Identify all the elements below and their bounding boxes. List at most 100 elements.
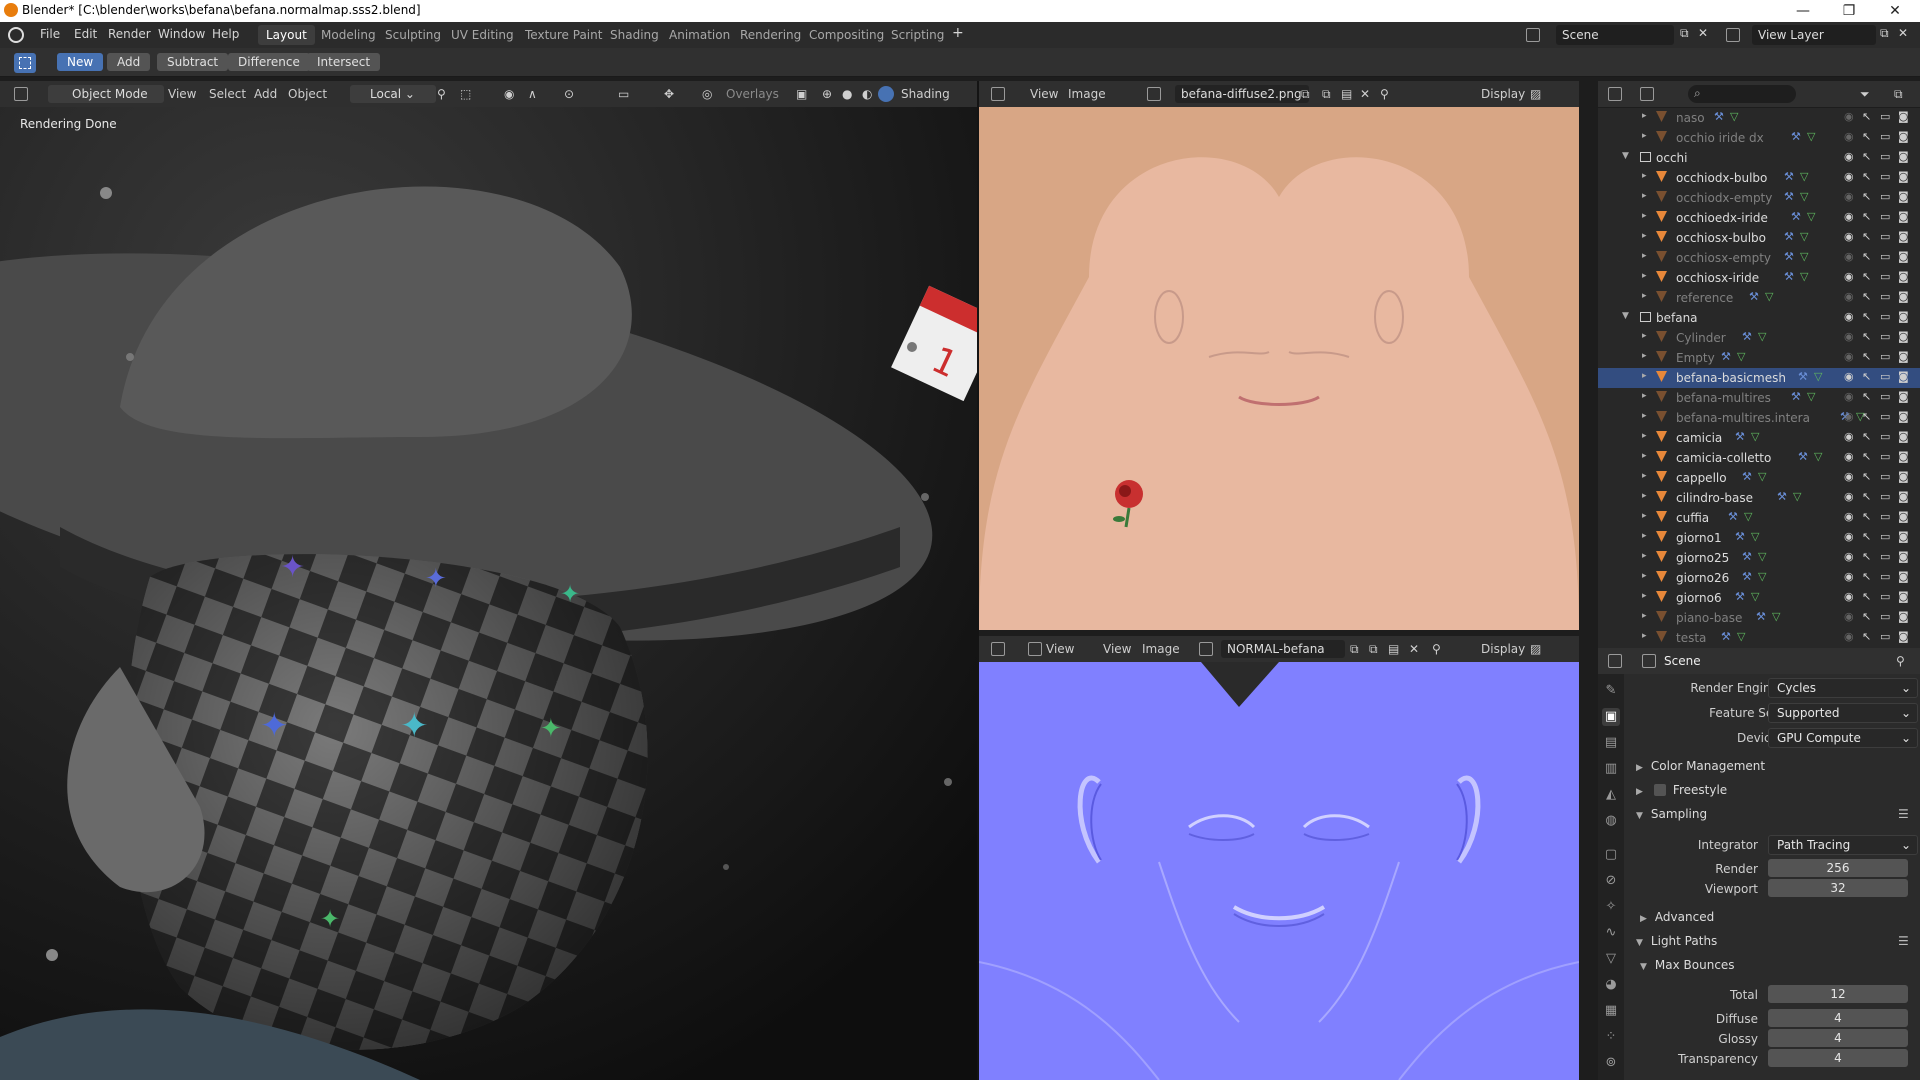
render-tab-icon[interactable]: ▣ — [1602, 708, 1620, 726]
viewport-display-icon[interactable]: ▭ — [1880, 230, 1890, 243]
select-arrow-icon[interactable]: ↖ — [1862, 350, 1871, 363]
image-bottom-menu-image[interactable]: Image — [1142, 642, 1180, 656]
viewport-display-icon[interactable]: ▭ — [1880, 310, 1890, 323]
eye-icon[interactable]: ◉ — [1844, 250, 1854, 263]
modifier-icon[interactable]: ⚒ — [1721, 630, 1731, 643]
properties-editor-type-icon[interactable] — [1608, 654, 1622, 668]
rendered-shading-icon[interactable] — [878, 86, 894, 102]
eye-icon[interactable]: ◉ — [1844, 630, 1854, 643]
viewport-display-icon[interactable]: ▭ — [1880, 150, 1890, 163]
outliner-object-row[interactable]: ▸ giorno26 ⚒ ▽ ◉ ↖ ▭ ◙ — [1598, 568, 1920, 588]
render-camera-icon[interactable]: ◙ — [1898, 130, 1909, 143]
viewport-display-icon[interactable]: ▭ — [1880, 510, 1890, 523]
expand-object-icon[interactable]: ▸ — [1642, 411, 1647, 421]
mesh-data-icon[interactable]: ▽ — [1765, 290, 1773, 303]
mode-subtract-button[interactable]: Subtract — [157, 53, 229, 71]
new-scene-icon[interactable]: ⧉ — [1680, 26, 1689, 41]
modifier-icon[interactable]: ⚒ — [1742, 330, 1752, 343]
outliner-object-row[interactable]: ▸ giorno25 ⚒ ▽ ◉ ↖ ▭ ◙ — [1598, 548, 1920, 568]
menu-help[interactable]: Help — [212, 27, 239, 41]
mesh-data-icon[interactable]: ▽ — [1807, 130, 1815, 143]
eye-icon[interactable]: ◉ — [1844, 450, 1854, 463]
expand-object-icon[interactable]: ▸ — [1642, 251, 1647, 261]
close-icon[interactable]: ✕ — [1872, 0, 1918, 22]
mesh-data-icon[interactable]: ▽ — [1758, 470, 1766, 483]
eye-icon[interactable]: ◉ — [1844, 190, 1854, 203]
outliner-object-row[interactable]: ▸ reference ⚒ ▽ ◉ ↖ ▭ ◙ — [1598, 288, 1920, 308]
select-arrow-icon[interactable]: ↖ — [1862, 530, 1871, 543]
outliner-object-row[interactable]: ▸ testa ⚒ ▽ ◉ ↖ ▭ ◙ — [1598, 628, 1920, 648]
modifier-icon[interactable]: ⚒ — [1784, 250, 1794, 263]
blender-menu-icon[interactable] — [8, 27, 24, 43]
object-mode-dropdown[interactable]: Object Mode ⌄ — [48, 85, 164, 119]
select-arrow-icon[interactable]: ↖ — [1862, 230, 1871, 243]
view-layer-selector[interactable]: View Layer — [1752, 25, 1876, 45]
modifier-icon[interactable]: ⚒ — [1791, 210, 1801, 223]
object-tab-icon[interactable]: ▢ — [1602, 846, 1620, 864]
viewport-display-icon[interactable]: ▭ — [1880, 610, 1890, 623]
render-camera-icon[interactable]: ◙ — [1898, 630, 1909, 643]
eye-icon[interactable]: ◉ — [1844, 610, 1854, 623]
image-editor-bottom-type-icon[interactable] — [991, 642, 1005, 656]
outliner-object-row[interactable]: ▸ occhiosx-empty ⚒ ▽ ◉ ↖ ▭ ◙ — [1598, 248, 1920, 268]
select-arrow-icon[interactable]: ↖ — [1862, 170, 1871, 183]
expand-object-icon[interactable]: ▸ — [1642, 511, 1647, 521]
delete-view-layer-icon[interactable]: ✕ — [1898, 26, 1908, 40]
display-dropdown-top[interactable]: Display — [1481, 87, 1525, 101]
xray-icon[interactable]: ▣ — [796, 87, 807, 101]
shading-dropdown[interactable]: Shading — [901, 87, 950, 101]
viewport-display-icon[interactable]: ▭ — [1880, 450, 1890, 463]
expand-object-icon[interactable]: ▸ — [1642, 291, 1647, 301]
modifier-icon[interactable]: ⚒ — [1735, 530, 1745, 543]
viewport-display-icon[interactable]: ▭ — [1880, 430, 1890, 443]
viewport-menu-add[interactable]: Add — [254, 87, 277, 101]
new-collection-icon[interactable]: ⧉ — [1894, 87, 1903, 102]
outliner-object-row[interactable]: ▸ giorno6 ⚒ ▽ ◉ ↖ ▭ ◙ — [1598, 588, 1920, 608]
select-arrow-icon[interactable]: ↖ — [1862, 610, 1871, 623]
outliner-object-row[interactable]: ▸ Cylinder ⚒ ▽ ◉ ↖ ▭ ◙ — [1598, 328, 1920, 348]
modifier-icon[interactable]: ⚒ — [1784, 270, 1794, 283]
viewport-display-icon[interactable]: ▭ — [1880, 630, 1890, 643]
select-arrow-icon[interactable]: ↖ — [1862, 570, 1871, 583]
outliner-object-row[interactable]: ▸ cuffia ⚒ ▽ ◉ ↖ ▭ ◙ — [1598, 508, 1920, 528]
image-top-menu-view[interactable]: View — [1030, 87, 1058, 101]
modifier-icon[interactable]: ⚒ — [1791, 390, 1801, 403]
outliner-object-row[interactable]: ▸ befana-multires ⚒ ▽ ◉ ↖ ▭ ◙ — [1598, 388, 1920, 408]
modifier-icon[interactable]: ⚒ — [1756, 610, 1766, 623]
render-camera-icon[interactable]: ◙ — [1898, 190, 1909, 203]
modifier-icon[interactable]: ⚒ — [1784, 190, 1794, 203]
select-arrow-icon[interactable]: ↖ — [1862, 470, 1871, 483]
sampling-presets-icon[interactable]: ☰ — [1898, 807, 1909, 821]
image-editor-top[interactable] — [979, 107, 1579, 630]
select-arrow-icon[interactable]: ↖ — [1862, 390, 1871, 403]
mesh-data-icon[interactable]: ▽ — [1807, 210, 1815, 223]
select-arrow-icon[interactable]: ↖ — [1862, 510, 1871, 523]
mesh-data-icon[interactable]: ▽ — [1758, 570, 1766, 583]
mesh-data-icon[interactable]: ▽ — [1737, 630, 1745, 643]
mesh-data-icon[interactable]: ▽ — [1814, 450, 1822, 463]
viewport-display-icon[interactable]: ▭ — [1880, 330, 1890, 343]
outliner-object-row[interactable]: ▸ occhiodx-bulbo ⚒ ▽ ◉ ↖ ▭ ◙ — [1598, 168, 1920, 188]
render-camera-icon[interactable]: ◙ — [1898, 330, 1909, 343]
outliner-object-row[interactable]: ▸ occhiodx-empty ⚒ ▽ ◉ ↖ ▭ ◙ — [1598, 188, 1920, 208]
bottom-new-image-icon[interactable]: ⧉ — [1369, 642, 1378, 657]
render-camera-icon[interactable]: ◙ — [1898, 590, 1909, 603]
viewport-display-icon[interactable]: ▭ — [1880, 590, 1890, 603]
render-camera-icon[interactable]: ◙ — [1898, 370, 1909, 383]
mesh-data-icon[interactable]: ▽ — [1800, 170, 1808, 183]
modifier-icon[interactable]: ⚒ — [1742, 550, 1752, 563]
mesh-data-icon[interactable]: ▽ — [1800, 270, 1808, 283]
pin-icon[interactable]: ⚲ — [1380, 87, 1389, 101]
particles-tab-icon[interactable]: ⁘ — [1602, 1028, 1620, 1046]
snap-target-icon[interactable]: ⬚ — [460, 87, 471, 101]
tool-tab-icon[interactable]: ✎ — [1602, 682, 1620, 700]
expand-object-icon[interactable]: ▸ — [1642, 371, 1647, 381]
mesh-data-icon[interactable]: ▽ — [1730, 110, 1738, 123]
texture-tab-icon[interactable]: ▦ — [1602, 1002, 1620, 1020]
select-arrow-icon[interactable]: ↖ — [1862, 370, 1871, 383]
viewport-display-icon[interactable]: ▭ — [1880, 390, 1890, 403]
mode-add-button[interactable]: Add — [107, 53, 151, 71]
modifier-icon[interactable]: ⚒ — [1749, 290, 1759, 303]
render-camera-icon[interactable]: ◙ — [1898, 450, 1909, 463]
modifier-icon[interactable]: ⚒ — [1735, 590, 1745, 603]
